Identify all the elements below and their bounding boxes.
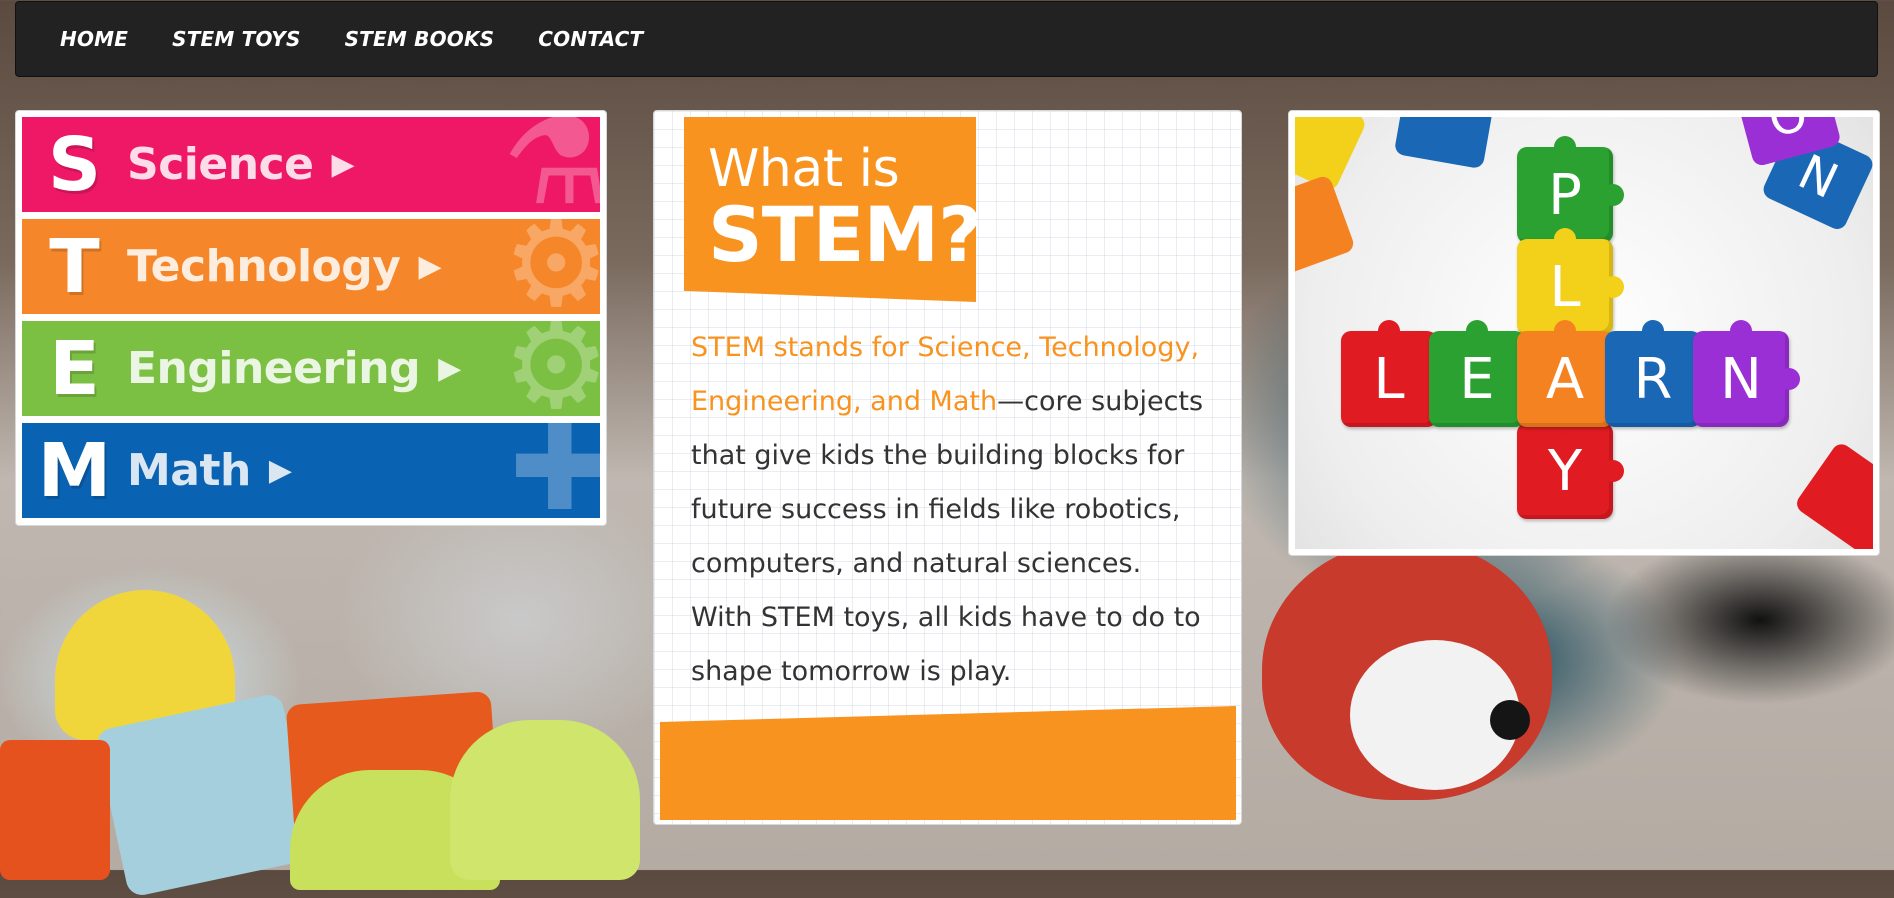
stem-row-science[interactable]: S Science ▶ ⚗ [22, 117, 600, 212]
stem-row-technology[interactable]: T Technology ▶ ⚙ [22, 219, 600, 314]
play-learn-puzzle-card: N O P L Y L E A R N [1288, 110, 1880, 556]
puzzle-letter: A [1545, 346, 1585, 412]
stem-word-technology: Technology [127, 241, 401, 292]
puzzle-piece: Y [1517, 412, 1624, 519]
background-toy-lime [450, 720, 640, 880]
main-navbar: HOME STEM TOYS STEM BOOKS CONTACT [15, 1, 1878, 77]
stem-word-engineering: Engineering [127, 343, 421, 394]
puzzle-piece: R [1605, 320, 1712, 427]
puzzle-letter: Y [1547, 438, 1583, 504]
puzzle-letter: E [1459, 346, 1495, 412]
puzzle-piece-decor [1793, 440, 1873, 549]
puzzle-letter: P [1548, 162, 1582, 228]
nav-link-stem-books[interactable]: STEM BOOKS [345, 27, 495, 51]
stem-row-math[interactable]: M Math ▶ ✚ [22, 423, 600, 518]
orange-footer-band [660, 706, 1236, 820]
arrow-right-icon: ▶ [331, 147, 355, 182]
stem-heading: STEM? [708, 190, 982, 279]
arrow-right-icon: ▶ [268, 453, 292, 488]
stem-word-math: Math [127, 445, 251, 496]
play-learn-puzzle-image: N O P L Y L E A R N [1295, 117, 1873, 549]
puzzle-piece: N [1693, 320, 1800, 427]
stem-letter: T [49, 223, 100, 310]
stem-banner-card: S Science ▶ ⚗ T Technology ▶ ⚙ E Enginee… [15, 110, 607, 526]
arrow-right-icon: ▶ [438, 351, 462, 386]
puzzle-letter: O [1762, 117, 1814, 149]
stem-row-engineering[interactable]: E Engineering ▶ ⚙ [22, 321, 600, 416]
what-is-heading: What is [708, 139, 900, 199]
puzzle-piece-decor [1295, 174, 1356, 280]
stem-word-science: Science [127, 139, 314, 190]
circuit-icon: ⚙ [502, 219, 600, 314]
stem-letter: M [37, 427, 112, 514]
stem-description: STEM stands for Science, Technology, Eng… [691, 321, 1211, 699]
puzzle-piece: A [1517, 320, 1624, 427]
puzzle-letter: L [1549, 254, 1581, 320]
nav-link-contact[interactable]: CONTACT [538, 27, 643, 51]
background-fox-nose [1490, 700, 1530, 740]
puzzle-piece: E [1429, 320, 1536, 427]
puzzle-piece: L [1341, 320, 1448, 427]
what-is-stem-card: What is STEM? STEM stands for Science, T… [653, 110, 1242, 825]
stem-description-body: —core subjects that give kids the buildi… [691, 386, 1204, 687]
stem-letter: E [49, 325, 100, 412]
arrow-right-icon: ▶ [418, 249, 442, 284]
nav-link-stem-toys[interactable]: STEM TOYS [172, 27, 300, 51]
puzzle-letter: N [1720, 346, 1762, 412]
microscope-icon: ⚗ [502, 117, 600, 212]
stem-letter: S [47, 121, 102, 208]
puzzle-letter: L [1373, 346, 1405, 412]
background-toy-red [0, 740, 110, 880]
puzzle-letter: R [1633, 346, 1673, 412]
plus-icon: ✚ [509, 423, 600, 518]
what-is-stem-badge: What is STEM? [684, 117, 976, 302]
nav-link-home[interactable]: HOME [60, 27, 128, 51]
puzzle-piece-decor [1393, 117, 1497, 170]
